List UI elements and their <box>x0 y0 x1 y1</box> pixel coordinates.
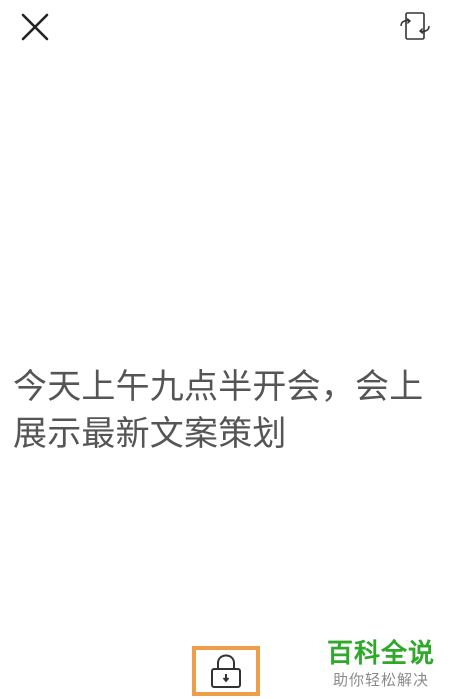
message-text: 今天上午九点半开会，会上展示最新文案策划 <box>13 367 424 454</box>
lock-button[interactable] <box>192 646 260 696</box>
close-button[interactable] <box>14 10 56 44</box>
rotate-screen-button[interactable] <box>396 8 434 44</box>
rotate-screen-icon <box>400 12 430 40</box>
watermark-title: 百科全说 <box>326 639 435 669</box>
watermark-subtitle: 助你轻松解决 <box>332 671 429 689</box>
watermark: 百科全说 助你轻松解决 <box>324 638 438 690</box>
close-icon <box>21 13 49 41</box>
lock-icon <box>211 654 241 688</box>
